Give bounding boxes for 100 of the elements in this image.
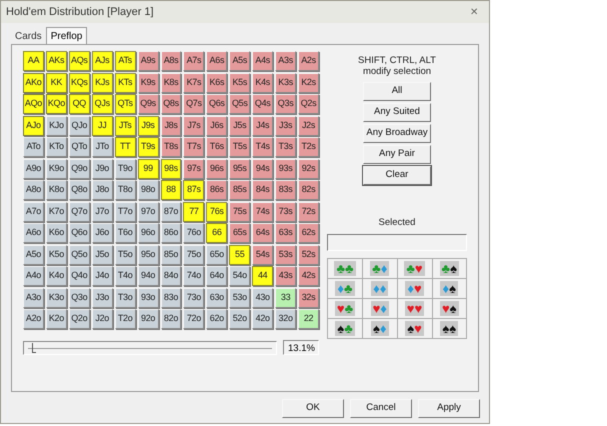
hand-cell[interactable]: J5o xyxy=(92,244,113,264)
hand-cell[interactable]: KQs xyxy=(68,72,90,92)
hand-cell[interactable]: 65o xyxy=(206,244,228,264)
hand-cell[interactable]: 73o xyxy=(183,288,204,308)
tab[interactable]: Cards xyxy=(11,29,46,44)
suit-combo[interactable]: ♥♠ xyxy=(440,301,459,316)
hand-cell[interactable]: 83s xyxy=(275,180,296,200)
hand-cell[interactable]: 95o xyxy=(138,244,159,264)
hand-cell[interactable]: 87o xyxy=(160,202,182,222)
hand-cell[interactable]: 52s xyxy=(298,244,319,264)
hand-cell[interactable]: 44 xyxy=(252,266,274,286)
hand-cell[interactable]: 66 xyxy=(206,223,228,243)
hand-cell[interactable]: 75s xyxy=(229,202,250,222)
hand-cell[interactable]: A9s xyxy=(138,51,159,71)
hand-cell[interactable]: AQo xyxy=(23,94,44,114)
hand-cell[interactable]: 85o xyxy=(160,244,182,264)
hand-cell[interactable]: A5o xyxy=(23,244,44,264)
hand-cell[interactable]: T3s xyxy=(275,137,296,157)
hand-cell[interactable]: K4s xyxy=(252,72,274,92)
hand-cell[interactable]: TT xyxy=(114,137,136,157)
hand-cell[interactable]: T2s xyxy=(298,137,319,157)
hand-cell[interactable]: K6s xyxy=(206,72,228,92)
hand-cell[interactable]: 76o xyxy=(183,223,204,243)
hand-cell[interactable]: AJo xyxy=(23,116,44,136)
hand-cell[interactable]: Q2o xyxy=(68,309,90,329)
hand-cell[interactable]: 76s xyxy=(206,202,228,222)
hand-cell[interactable]: 83o xyxy=(160,288,182,308)
hand-cell[interactable]: A4o xyxy=(23,266,44,286)
hand-cell[interactable]: 75o xyxy=(183,244,204,264)
hand-cell[interactable]: 93o xyxy=(138,288,159,308)
hand-cell[interactable]: K9o xyxy=(46,158,67,178)
hand-cell[interactable]: KQo xyxy=(46,94,67,114)
suit-combo[interactable]: ♦♠ xyxy=(440,281,458,296)
hand-cell[interactable]: 55 xyxy=(229,244,250,264)
hand-cell[interactable]: T8o xyxy=(114,180,136,200)
action-button[interactable]: Any Broadway xyxy=(363,124,431,143)
action-button[interactable]: OK xyxy=(282,399,344,418)
hand-cell[interactable]: 72o xyxy=(183,309,204,329)
hand-cell[interactable]: J5s xyxy=(229,116,250,136)
action-button[interactable]: Any Suited xyxy=(363,103,431,122)
hand-cell[interactable]: J8s xyxy=(160,116,182,136)
hand-cell[interactable]: KJs xyxy=(92,72,113,92)
hand-cell[interactable]: 73s xyxy=(275,202,296,222)
hand-cell[interactable]: 22 xyxy=(298,309,319,329)
hand-cell[interactable]: T9o xyxy=(114,158,136,178)
hand-cell[interactable]: JTs xyxy=(114,116,136,136)
hand-cell[interactable]: QJs xyxy=(92,94,113,114)
hand-cell[interactable]: T3o xyxy=(114,288,136,308)
hand-cell[interactable]: J7s xyxy=(183,116,204,136)
hand-cell[interactable]: J6s xyxy=(206,116,228,136)
suit-combo[interactable]: ♣♠ xyxy=(440,261,459,276)
hand-cell[interactable]: 84s xyxy=(252,180,274,200)
hand-cell[interactable]: Q6s xyxy=(206,94,228,114)
hand-cell[interactable]: K4o xyxy=(46,266,67,286)
hand-cell[interactable]: KTo xyxy=(46,137,67,157)
hand-cell[interactable]: 94s xyxy=(252,158,274,178)
hand-cell[interactable]: 63o xyxy=(206,288,228,308)
hand-cell[interactable]: 52o xyxy=(229,309,250,329)
hand-cell[interactable]: KJo xyxy=(46,116,67,136)
hand-cell[interactable]: A9o xyxy=(23,158,44,178)
hand-cell[interactable]: 53s xyxy=(275,244,296,264)
hand-cell[interactable]: Q9s xyxy=(138,94,159,114)
default-button[interactable]: Clear xyxy=(363,166,431,185)
hand-cell[interactable]: 96s xyxy=(206,158,228,178)
hand-cell[interactable]: 92o xyxy=(138,309,159,329)
hand-cell[interactable]: Q9o xyxy=(68,158,90,178)
hand-cell[interactable]: Q6o xyxy=(68,223,90,243)
hand-cell[interactable]: A2o xyxy=(23,309,44,329)
hand-cell[interactable]: Q3s xyxy=(275,94,296,114)
hand-cell[interactable]: JTo xyxy=(92,137,113,157)
hand-cell[interactable]: J9o xyxy=(92,158,113,178)
hand-cell[interactable]: T4o xyxy=(114,266,136,286)
action-button[interactable]: Any Pair xyxy=(363,145,431,164)
hand-cell[interactable]: 53o xyxy=(229,288,250,308)
hand-cell[interactable]: 74o xyxy=(183,266,204,286)
hand-cell[interactable]: Q5o xyxy=(68,244,90,264)
hand-cell[interactable]: J3s xyxy=(275,116,296,136)
hand-cell[interactable]: K3o xyxy=(46,288,67,308)
hand-cell[interactable]: ATs xyxy=(114,51,136,71)
hand-cell[interactable]: K5s xyxy=(229,72,250,92)
hand-cell[interactable]: 33 xyxy=(275,288,296,308)
hand-cell[interactable]: 84o xyxy=(160,266,182,286)
hand-cell[interactable]: Q4o xyxy=(68,266,90,286)
hand-cell[interactable]: A3s xyxy=(275,51,296,71)
action-button[interactable]: All xyxy=(363,82,431,101)
hand-cell[interactable]: T7s xyxy=(183,137,204,157)
hand-cell[interactable]: 99 xyxy=(138,158,159,178)
hand-cell[interactable]: J4s xyxy=(252,116,274,136)
hand-cell[interactable]: Q2s xyxy=(298,94,319,114)
hand-cell[interactable]: AKs xyxy=(46,51,67,71)
hand-cell[interactable]: 43o xyxy=(252,288,274,308)
hand-cell[interactable]: 88 xyxy=(160,180,182,200)
hand-cell[interactable]: T9s xyxy=(138,137,159,157)
hand-cell[interactable]: 32o xyxy=(275,309,296,329)
suit-combo[interactable]: ♠♥ xyxy=(405,321,424,336)
close-button[interactable]: ✕ xyxy=(464,4,484,20)
hand-cell[interactable]: QTs xyxy=(114,94,136,114)
hand-cell[interactable]: K2o xyxy=(46,309,67,329)
hand-cell[interactable]: AKo xyxy=(23,72,44,92)
hand-cell[interactable]: 54s xyxy=(252,244,274,264)
